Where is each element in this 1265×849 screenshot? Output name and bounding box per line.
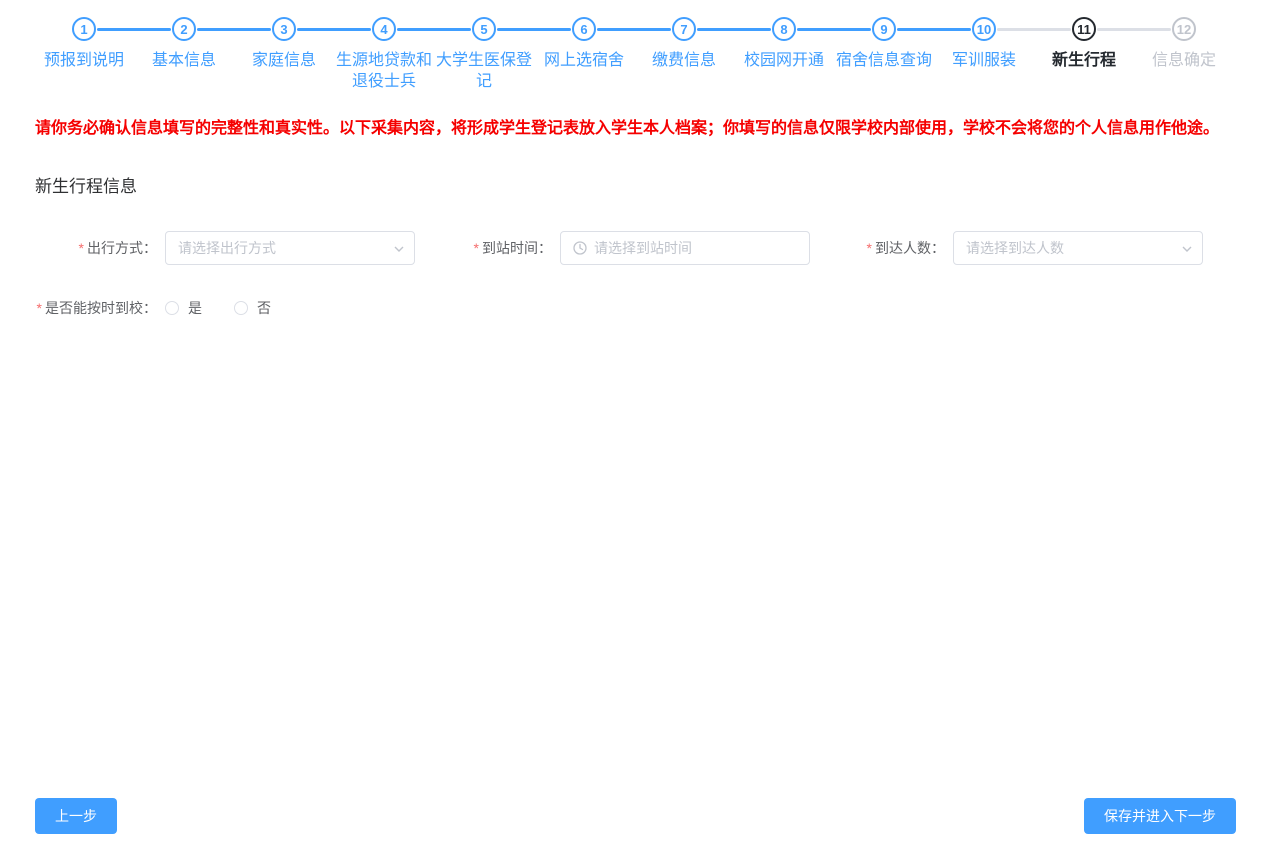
radio-on-time-yes[interactable]: 是 (165, 298, 202, 318)
confidentiality-notice: 请你务必确认信息填写的完整性和真实性。以下采集内容，将形成学生登记表放入学生本人… (35, 119, 1230, 139)
arrival-count-select[interactable]: 请选择到达人数 (953, 231, 1203, 265)
step-label: 生源地贷款和退役士兵 (335, 50, 433, 92)
required-asterisk: * (867, 240, 872, 256)
step-label: 网上选宿舍 (535, 50, 633, 71)
arrival-time-label: *到站时间： (415, 231, 560, 265)
step-9: 9 宿舍信息查询 (834, 17, 934, 92)
step-3: 3 家庭信息 (234, 17, 334, 92)
step-4: 4 生源地贷款和退役士兵 (334, 17, 434, 92)
step-number-circle: 10 (972, 17, 996, 41)
step-10: 10 军训服装 (934, 17, 1034, 92)
step-label: 预报到说明 (35, 50, 133, 71)
step-11: 11 新生行程 (1034, 17, 1134, 92)
step-1: 1 预报到说明 (34, 17, 134, 92)
on-time-label: *是否能按时到校： (30, 291, 165, 325)
step-label: 大学生医保登记 (435, 50, 533, 92)
step-label: 基本信息 (135, 50, 233, 71)
travel-method-select[interactable]: 请选择出行方式 (165, 231, 415, 265)
required-asterisk: * (474, 240, 479, 256)
page-title: 新生行程信息 (35, 172, 1265, 197)
form-row-1: *出行方式： 请选择出行方式 *到站时间： 请选择到站时间 *到达人数： 请选择… (30, 231, 1265, 265)
previous-step-button[interactable]: 上一步 (35, 798, 117, 834)
clock-icon (573, 241, 587, 255)
save-and-next-button[interactable]: 保存并进入下一步 (1084, 798, 1236, 834)
arrival-time-input[interactable]: 请选择到站时间 (560, 231, 810, 265)
wizard-stepper: 1 预报到说明 2 基本信息 3 家庭信息 4 生源地贷款和退役士兵 5 大学生医保登记 6 网上选宿… (34, 17, 1234, 92)
arrival-count-label: *到达人数： (810, 231, 953, 265)
step-number-circle: 4 (372, 17, 396, 41)
chevron-down-icon (1181, 242, 1193, 260)
chevron-down-icon (393, 242, 405, 260)
step-label: 军训服装 (935, 50, 1033, 71)
step-label: 缴费信息 (635, 50, 733, 71)
arrival-time-placeholder: 请选择到站时间 (594, 238, 781, 258)
step-number-circle: 11 (1072, 17, 1096, 41)
arrival-count-field: *到达人数： 请选择到达人数 (810, 231, 1203, 265)
step-label: 宿舍信息查询 (835, 50, 933, 71)
travel-method-field: *出行方式： 请选择出行方式 (30, 231, 415, 265)
travel-method-placeholder: 请选择出行方式 (178, 238, 386, 258)
required-asterisk: * (79, 240, 84, 256)
radio-circle-icon (165, 301, 179, 315)
step-7: 7 缴费信息 (634, 17, 734, 92)
step-number-circle: 9 (872, 17, 896, 41)
step-number-circle: 12 (1172, 17, 1196, 41)
step-number-circle: 3 (272, 17, 296, 41)
step-number-circle: 7 (672, 17, 696, 41)
radio-no-label: 否 (257, 298, 271, 318)
step-label: 校园网开通 (735, 50, 833, 71)
step-number-circle: 1 (72, 17, 96, 41)
required-asterisk: * (37, 300, 42, 316)
step-number-circle: 8 (772, 17, 796, 41)
step-number-circle: 2 (172, 17, 196, 41)
arrival-time-field: *到站时间： 请选择到站时间 (415, 231, 810, 265)
step-label: 家庭信息 (235, 50, 333, 71)
step-2: 2 基本信息 (134, 17, 234, 92)
step-12: 12 信息确定 (1134, 17, 1234, 92)
step-label: 信息确定 (1135, 50, 1233, 71)
step-6: 6 网上选宿舍 (534, 17, 634, 92)
radio-on-time-no[interactable]: 否 (234, 298, 271, 318)
step-number-circle: 5 (472, 17, 496, 41)
step-8: 8 校园网开通 (734, 17, 834, 92)
travel-method-label: *出行方式： (30, 231, 165, 265)
arrival-count-placeholder: 请选择到达人数 (966, 238, 1174, 258)
form-row-2: *是否能按时到校： 是 否 (30, 291, 1265, 325)
step-label: 新生行程 (1035, 50, 1133, 71)
itinerary-form: *出行方式： 请选择出行方式 *到站时间： 请选择到站时间 *到达人数： 请选择… (0, 231, 1265, 325)
radio-yes-label: 是 (188, 298, 202, 318)
step-5: 5 大学生医保登记 (434, 17, 534, 92)
step-number-circle: 6 (572, 17, 596, 41)
radio-circle-icon (234, 301, 248, 315)
